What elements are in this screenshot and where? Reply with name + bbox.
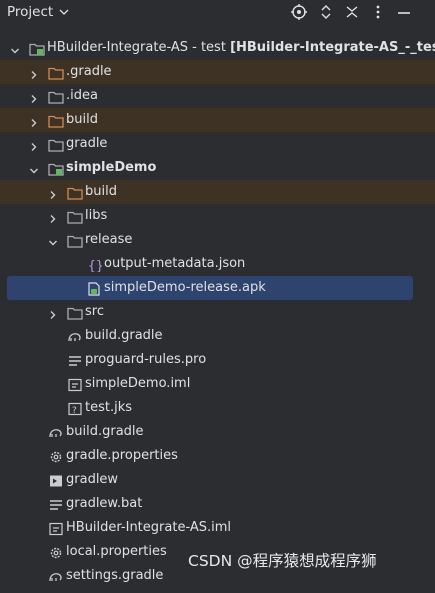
- tree-row[interactable]: gradlew: [0, 468, 435, 492]
- tree-item-label: release: [85, 232, 133, 247]
- chevron-down-icon[interactable]: [9, 42, 21, 54]
- tree-row[interactable]: build: [0, 108, 435, 132]
- tree-item-label: .gradle: [66, 64, 112, 79]
- tree-item-label: proguard-rules.pro: [85, 352, 207, 367]
- tree-item-label: simpleDemo: [66, 160, 157, 175]
- tree-item-label: src: [85, 304, 104, 319]
- tree-item-label: settings.gradle: [66, 568, 164, 583]
- chevron-down-icon[interactable]: [28, 162, 40, 174]
- tree-row[interactable]: release: [0, 228, 435, 252]
- tree-row[interactable]: ? test.jks: [0, 396, 435, 420]
- tree-item-label: libs: [85, 208, 108, 223]
- chevron-right-icon[interactable]: [47, 186, 59, 199]
- tree-item-label: HBuilder-Integrate-AS - test [HBuilder-I…: [47, 36, 435, 60]
- unknown-file-icon: ?: [67, 401, 83, 416]
- tree-row[interactable]: {}output-metadata.json: [0, 252, 435, 276]
- chevron-right-icon[interactable]: [28, 66, 40, 79]
- iml-file-icon: [67, 377, 83, 392]
- module-folder-icon: [48, 161, 64, 176]
- tree-row[interactable]: libs: [0, 204, 435, 228]
- iml-file-icon: [48, 521, 64, 536]
- json-file-icon: {}: [86, 257, 104, 274]
- chevron-right-icon[interactable]: [47, 210, 59, 223]
- chevron-right-icon[interactable]: [47, 306, 59, 319]
- chevron-down-icon[interactable]: [47, 234, 59, 246]
- tree-row[interactable]: simpleDemo-release.apk: [7, 276, 413, 300]
- apk-file-icon: [86, 281, 102, 296]
- tree-item-label: gradlew: [66, 472, 119, 487]
- tree-item-suffix-bold: [HBuilder-Integrate-AS_-_test]: [230, 40, 435, 55]
- svg-text:{}: {}: [88, 259, 102, 272]
- locate-icon[interactable]: [290, 3, 308, 21]
- tree-row[interactable]: gradlew.bat: [0, 492, 435, 516]
- terminal-file-icon: [48, 473, 64, 487]
- tree-row[interactable]: build: [0, 180, 435, 204]
- tree-item-label: gradlew.bat: [66, 496, 143, 511]
- module-folder-icon: [29, 41, 45, 56]
- tree-row[interactable]: gradle: [0, 132, 435, 156]
- text-file-icon: [67, 353, 83, 367]
- folder-icon: [67, 233, 83, 248]
- project-toolbar: Project: [0, 0, 435, 24]
- gradle-file-icon: [48, 425, 64, 439]
- tree-row[interactable]: simpleDemo: [0, 156, 435, 180]
- settings-file-icon: [48, 545, 64, 559]
- tree-item-suffix: - test: [188, 40, 231, 55]
- tree-row[interactable]: simpleDemo.iml: [0, 372, 435, 396]
- chevron-down-icon: [59, 4, 69, 20]
- expand-collapse-icon[interactable]: [317, 3, 335, 21]
- tree-item-label: build.gradle: [66, 424, 144, 439]
- tree-row[interactable]: gradle.properties: [0, 444, 435, 468]
- gradle-file-icon: [48, 569, 64, 583]
- gradle-file-icon: [67, 329, 83, 343]
- tree-item-label: HBuilder-Integrate-AS.iml: [66, 520, 232, 535]
- folder-icon: [67, 209, 83, 224]
- tree-row[interactable]: build.gradle: [0, 420, 435, 444]
- tree-item-label: local.properties: [66, 544, 167, 559]
- folder-icon: [48, 89, 64, 104]
- tree-item-label: gradle.properties: [66, 448, 178, 463]
- tree-row[interactable]: .idea: [0, 84, 435, 108]
- tree-item-label: build: [66, 112, 98, 127]
- tree-row[interactable]: build.gradle: [0, 324, 435, 348]
- project-view-title: Project: [7, 4, 54, 20]
- folder-icon: [48, 137, 64, 152]
- more-icon[interactable]: [369, 3, 387, 21]
- svg-text:?: ?: [72, 406, 77, 416]
- excluded-folder-icon: [67, 185, 83, 200]
- tree-row[interactable]: HBuilder-Integrate-AS - test [HBuilder-I…: [0, 36, 435, 60]
- tree-row[interactable]: .gradle: [0, 60, 435, 84]
- folder-icon: [67, 305, 83, 320]
- tree-row[interactable]: src: [0, 300, 435, 324]
- tree-row[interactable]: HBuilder-Integrate-AS.iml: [0, 516, 435, 540]
- chevron-right-icon[interactable]: [28, 138, 40, 151]
- tree-item-label: build.gradle: [85, 328, 163, 343]
- chevron-right-icon[interactable]: [28, 90, 40, 103]
- tree-item-label: simpleDemo.iml: [85, 376, 191, 391]
- tree-item-label: build: [85, 184, 117, 199]
- project-view-selector[interactable]: Project: [7, 4, 69, 20]
- minimize-icon[interactable]: [395, 3, 413, 21]
- close-icon[interactable]: [343, 3, 361, 21]
- watermark: CSDN @程序猿想成程序狮: [188, 552, 377, 570]
- chevron-right-icon[interactable]: [28, 114, 40, 127]
- tree-row[interactable]: proguard-rules.pro: [0, 348, 435, 372]
- excluded-folder-icon: [48, 65, 64, 80]
- tree-item-label: gradle: [66, 136, 108, 151]
- excluded-folder-icon: [48, 113, 64, 128]
- text-file-icon: [48, 497, 64, 511]
- tree-item-label: output-metadata.json: [104, 256, 246, 271]
- settings-file-icon: [48, 449, 64, 463]
- tree-item-label: .idea: [66, 88, 98, 103]
- tree-item-label: test.jks: [85, 400, 133, 415]
- tree-item-label: simpleDemo-release.apk: [104, 280, 266, 295]
